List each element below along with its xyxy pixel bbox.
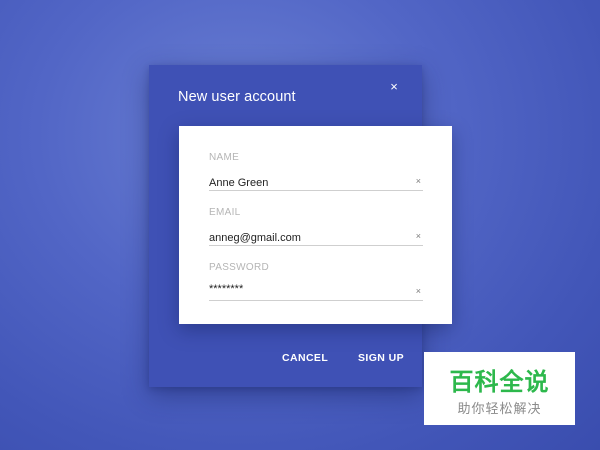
close-icon[interactable]: × <box>386 79 402 95</box>
password-input[interactable]: ******** <box>209 283 399 297</box>
email-input[interactable] <box>209 231 399 245</box>
cancel-button[interactable]: CANCEL <box>282 352 328 364</box>
name-field-group: NAME × <box>209 152 423 191</box>
password-field-group: PASSWORD ******** × <box>209 262 423 301</box>
password-field-row: ******** × <box>209 283 423 301</box>
watermark-logo: 百科全说 助你轻松解决 <box>424 352 575 425</box>
clear-name-icon[interactable]: × <box>416 175 421 187</box>
dialog-title: New user account <box>178 89 296 105</box>
form-card: NAME × EMAIL × PASSWORD ******** × <box>179 126 452 324</box>
password-label: PASSWORD <box>209 262 269 273</box>
email-label: EMAIL <box>209 207 241 218</box>
clear-password-icon[interactable]: × <box>416 285 421 297</box>
name-field-row: × <box>209 173 423 191</box>
email-field-row: × <box>209 228 423 246</box>
email-field-group: EMAIL × <box>209 207 423 246</box>
name-input[interactable] <box>209 176 399 190</box>
watermark-subtitle: 助你轻松解决 <box>457 401 542 416</box>
clear-email-icon[interactable]: × <box>416 230 421 242</box>
sign-up-button[interactable]: SIGN UP <box>358 352 404 364</box>
name-label: NAME <box>209 152 240 163</box>
watermark-title: 百科全说 <box>449 369 550 396</box>
